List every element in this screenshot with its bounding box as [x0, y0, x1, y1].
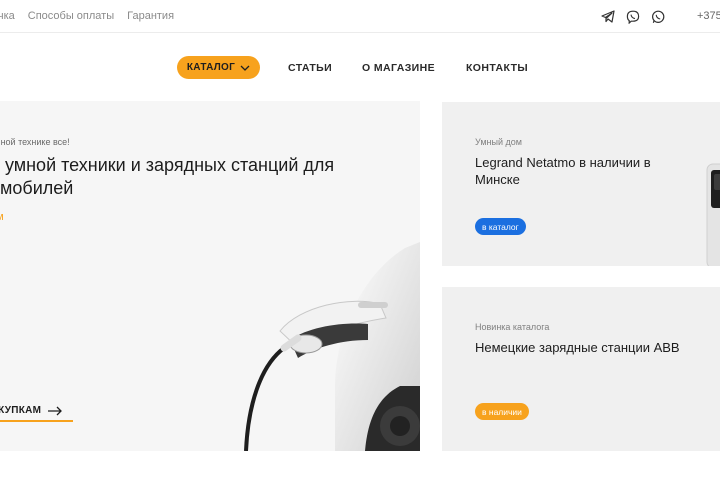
catalog-badge-button[interactable]: в каталог [475, 218, 526, 235]
hero-cta-label: ОКУПКАМ [0, 405, 42, 416]
hero-tagline: умной технике все! [0, 137, 70, 147]
top-link-delivery[interactable]: очка [0, 10, 15, 22]
hero-cta-underline [0, 420, 73, 422]
hero-accent-link[interactable]: ом [0, 211, 4, 223]
top-link-warranty[interactable]: Гарантия [127, 10, 174, 22]
main-nav: КАТАЛОГ СТАТЬИ О МАГАЗИНЕ КОНТАКТЫ [0, 56, 720, 80]
catalog-button[interactable]: КАТАЛОГ [177, 56, 260, 79]
card-title: Немецкие зарядные станции ABB [475, 340, 680, 355]
promo-card-smart-home[interactable]: Умный дом Legrand Netatmo в наличии в Ми… [442, 102, 720, 266]
arrow-right-icon [48, 406, 63, 415]
ev-charger-illustration [244, 242, 420, 451]
hero-cta-link[interactable]: ОКУПКАМ [0, 405, 63, 416]
nav-link-about[interactable]: О МАГАЗИНЕ [362, 62, 435, 74]
telegram-icon[interactable] [600, 9, 615, 24]
in-stock-badge[interactable]: в наличии [475, 403, 529, 420]
nav-link-contacts[interactable]: КОНТАКТЫ [466, 62, 528, 74]
hero-banner: умной технике все! н умной техники и зар… [0, 101, 420, 451]
viber-icon[interactable] [625, 9, 640, 24]
nav-link-articles[interactable]: СТАТЬИ [288, 62, 332, 74]
top-link-payment[interactable]: Способы оплаты [28, 10, 114, 22]
top-bar: очка Способы оплаты Гарантия +375 [0, 0, 720, 33]
phone-number[interactable]: +375 [697, 10, 720, 22]
catalog-button-label: КАТАЛОГ [186, 62, 236, 73]
card-tag: Новинка каталога [475, 322, 550, 332]
card-title: Legrand Netatmo в наличии в Минске [475, 155, 651, 187]
whatsapp-icon[interactable] [650, 9, 665, 24]
promo-card-abb-chargers[interactable]: Новинка каталога Немецкие зарядные станц… [442, 287, 720, 451]
card-tag: Умный дом [475, 137, 522, 147]
page: очка Способы оплаты Гарантия +375 КАТАЛО… [0, 0, 720, 480]
social-links [600, 9, 665, 24]
hero-title: н умной техники и зарядных станций для о… [0, 155, 335, 198]
top-links: очка Способы оплаты Гарантия [0, 10, 174, 22]
smart-device-illustration [706, 163, 720, 266]
chevron-down-icon [240, 65, 250, 71]
